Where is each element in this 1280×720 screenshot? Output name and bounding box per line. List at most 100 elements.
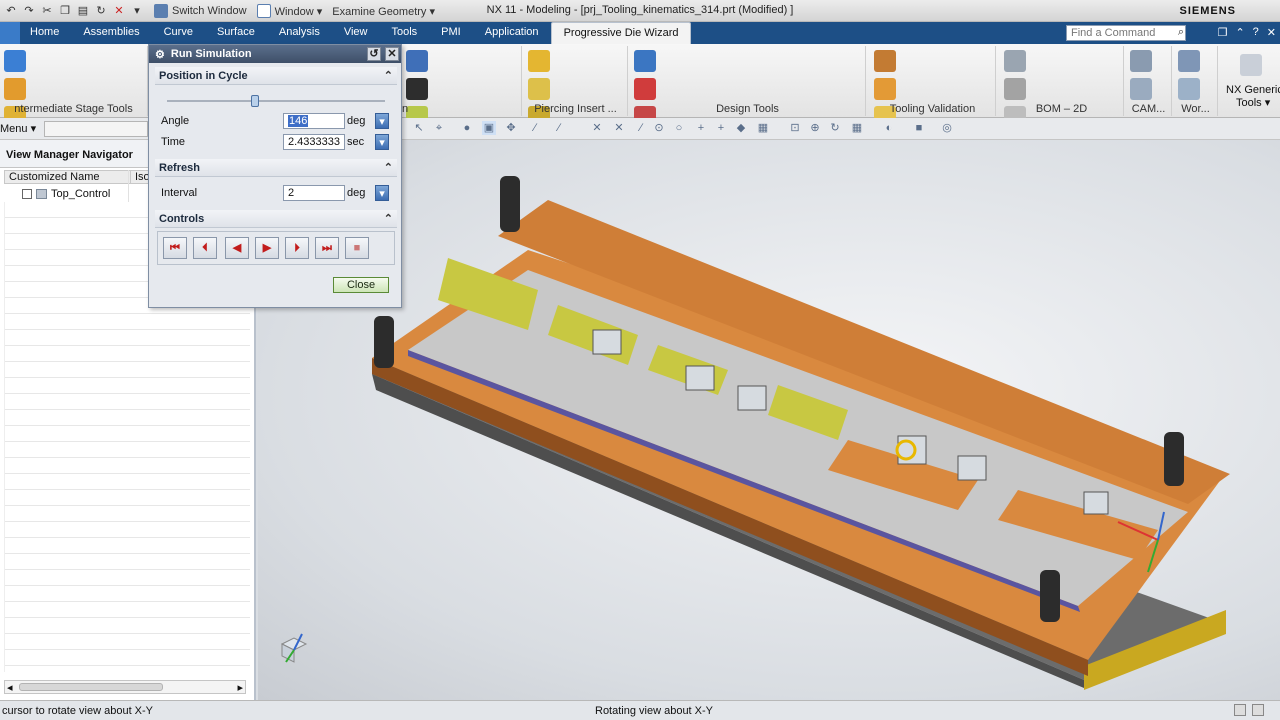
tab-surface[interactable]: Surface (205, 22, 267, 44)
delete-icon[interactable]: ✕ (112, 4, 126, 18)
midpoint-icon[interactable]: ✕ (612, 121, 626, 135)
select-icon[interactable]: ↖ (412, 121, 426, 135)
status-toggle-icon[interactable] (1252, 704, 1264, 716)
search-icon[interactable]: ⌕ (1178, 26, 1184, 39)
surface-point-icon[interactable]: ◆ (734, 121, 748, 135)
collapse-icon[interactable]: ⌃ (384, 161, 393, 174)
quadrant-icon[interactable]: ○ (672, 121, 686, 135)
switch-window-button[interactable]: Switch Window (154, 4, 247, 18)
slider-thumb[interactable] (251, 95, 259, 107)
paste-icon[interactable]: ▤ (76, 4, 90, 18)
interval-unit-dropdown[interactable]: ▾ (375, 185, 389, 201)
dropdown-icon[interactable]: ▾ (130, 4, 144, 18)
checkbox[interactable] (22, 189, 32, 199)
work-icon[interactable] (1178, 78, 1200, 100)
validation-icon[interactable] (874, 50, 896, 72)
interval-input[interactable]: 2 (283, 185, 345, 201)
window-menu[interactable]: Window ▾ (256, 4, 322, 18)
piercing-insert-icon[interactable] (528, 50, 550, 72)
close-icon[interactable]: ✕ (385, 47, 399, 61)
section-position-in-cycle[interactable]: Position in Cycle ⌃ (155, 67, 397, 85)
file-menu-button[interactable] (0, 22, 20, 44)
copy-icon[interactable]: ❐ (58, 4, 72, 18)
horizontal-scrollbar[interactable]: ◂ ▸ (4, 680, 246, 694)
design-tool-icon[interactable] (634, 50, 656, 72)
tool-icon[interactable] (406, 78, 428, 100)
nx-generic-tools-icon[interactable] (1240, 54, 1262, 76)
zoom-icon[interactable]: ⊕ (808, 121, 822, 135)
examine-geometry-menu[interactable]: Examine Geometry ▾ (332, 5, 435, 18)
bom-icon[interactable] (1004, 50, 1026, 72)
bom-icon[interactable] (1004, 78, 1026, 100)
graphics-window[interactable] (258, 140, 1280, 700)
scroll-left-icon[interactable]: ◂ (7, 681, 13, 694)
status-toggle-icon[interactable] (1234, 704, 1246, 716)
play-forward-button[interactable]: ▶ (255, 237, 279, 259)
orient-icon[interactable]: ▦ (850, 121, 864, 135)
line-icon[interactable]: ∕ (528, 121, 542, 135)
tab-view[interactable]: View (332, 22, 380, 44)
command-finder-input[interactable]: Find a Command (1066, 25, 1186, 41)
tab-analysis[interactable]: Analysis (267, 22, 332, 44)
curve-icon[interactable]: ∕ (552, 121, 566, 135)
tab-assemblies[interactable]: Assemblies (71, 22, 151, 44)
fit-icon[interactable]: ⊡ (788, 121, 802, 135)
sphere-icon[interactable]: ● (460, 121, 474, 135)
step-back-button[interactable]: ⏴ (193, 237, 217, 259)
scrollbar-thumb[interactable] (19, 683, 163, 691)
stop-button[interactable]: ■ (345, 237, 369, 259)
menu-button[interactable]: Menu ▾ (0, 122, 36, 135)
tab-curve[interactable]: Curve (152, 22, 205, 44)
close-button[interactable]: Close (333, 277, 389, 293)
cam-icon[interactable] (1130, 78, 1152, 100)
stage-tool-icon[interactable] (4, 50, 26, 72)
scroll-right-icon[interactable]: ▸ (237, 681, 243, 694)
undo-icon[interactable]: ↶ (4, 4, 18, 18)
fast-forward-to-end-button[interactable]: ⏭ (315, 237, 339, 259)
point-icon[interactable]: ✕ (590, 121, 604, 135)
time-unit-dropdown[interactable]: ▾ (375, 134, 389, 150)
stage-tool-icon[interactable] (4, 78, 26, 100)
snap-icon[interactable]: ⌖ (432, 121, 446, 135)
existing-point-icon[interactable]: + (714, 121, 728, 135)
work-icon[interactable] (1178, 50, 1200, 72)
cycle-slider[interactable] (167, 95, 385, 107)
more-tools-icon[interactable]: ◎ (940, 121, 954, 135)
tab-pmi[interactable]: PMI (429, 22, 473, 44)
help-icon[interactable]: ? (1253, 26, 1259, 39)
section-controls[interactable]: Controls ⌃ (155, 210, 397, 228)
collapse-icon[interactable]: ⌃ (384, 69, 393, 82)
design-tool-icon[interactable] (634, 78, 656, 100)
rotate-icon[interactable]: ↻ (828, 121, 842, 135)
reset-icon[interactable]: ↺ (367, 47, 381, 61)
cam-icon[interactable] (1130, 50, 1152, 72)
redo-icon[interactable]: ↷ (22, 4, 36, 18)
cube-icon[interactable]: ▣ (482, 121, 496, 135)
cut-icon[interactable]: ✂ (40, 4, 54, 18)
render-style-icon[interactable]: ◐ (882, 121, 896, 135)
bounded-grid-icon[interactable]: ▦ (756, 121, 770, 135)
repeat-icon[interactable]: ↻ (94, 4, 108, 18)
collapse-icon[interactable]: ⌃ (384, 212, 393, 225)
tab-tools[interactable]: Tools (379, 22, 429, 44)
step-forward-button[interactable]: ⏵ (285, 237, 309, 259)
tool-icon[interactable] (406, 50, 428, 72)
validation-icon[interactable] (874, 78, 896, 100)
rewind-to-start-button[interactable]: ⏮ (163, 237, 187, 259)
selection-filter[interactable] (44, 121, 148, 137)
intersection-icon[interactable]: + (694, 121, 708, 135)
angle-unit-dropdown[interactable]: ▾ (375, 113, 389, 129)
column-customized-name[interactable]: Customized Name (5, 171, 131, 183)
endpoint-icon[interactable]: ∕ (634, 121, 648, 135)
move-icon[interactable]: ✥ (504, 121, 518, 135)
tab-application[interactable]: Application (473, 22, 551, 44)
collapse-ribbon-icon[interactable]: ⌃ (1235, 26, 1244, 39)
tab-progressive-die-wizard[interactable]: Progressive Die Wizard (550, 22, 692, 44)
time-input[interactable]: 2.4333333 (283, 134, 345, 150)
close-icon[interactable]: ✕ (1267, 26, 1276, 39)
restore-icon[interactable]: ❐ (1218, 26, 1228, 39)
center-icon[interactable]: ⊙ (652, 121, 666, 135)
piercing-insert-icon[interactable] (528, 78, 550, 100)
nx-generic-tools-group[interactable]: NX Generic Tools ▾ (1222, 46, 1280, 116)
view-cube-icon[interactable]: ■ (912, 121, 926, 135)
